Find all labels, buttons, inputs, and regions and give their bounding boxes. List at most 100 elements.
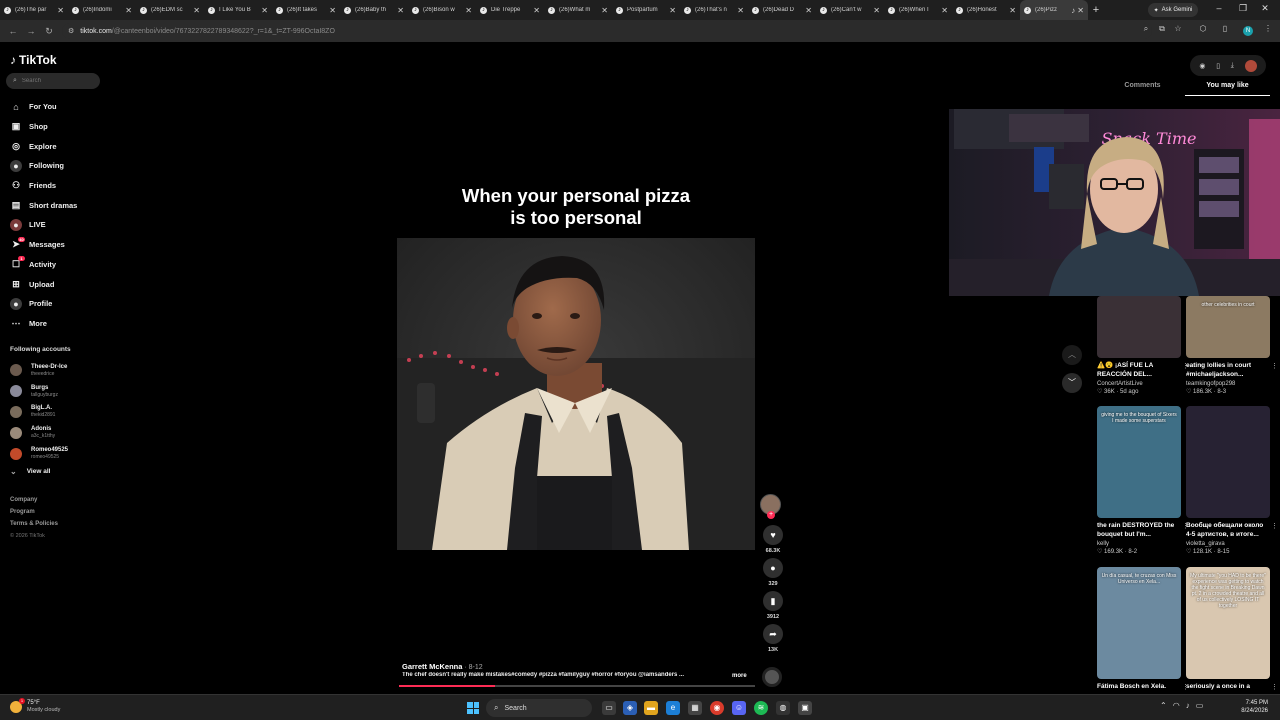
- sidebar-item-profile[interactable]: ● Profile: [10, 294, 110, 314]
- taskbar-clock[interactable]: 7:45 PM 8/24/2026: [1222, 699, 1268, 715]
- new-tab-icon[interactable]: +: [1088, 4, 1104, 16]
- discord-icon[interactable]: ☺: [732, 701, 746, 715]
- comment-icon[interactable]: ●: [763, 558, 783, 578]
- video-thumbnail[interactable]: [1097, 296, 1181, 358]
- forward-icon[interactable]: →: [22, 26, 40, 36]
- music-disc-icon[interactable]: [762, 667, 782, 687]
- recommended-author[interactable]: ConcertArtistLive: [1097, 381, 1181, 387]
- tab-comments[interactable]: Comments: [1100, 78, 1185, 96]
- close-tab-icon[interactable]: ✕: [465, 6, 472, 15]
- video-thumbnail[interactable]: Un día casual, te cruzas con Miss Univer…: [1097, 567, 1181, 679]
- following-account[interactable]: Burgs tallguyburgz: [10, 381, 110, 402]
- footer-link-company[interactable]: Company: [10, 497, 58, 509]
- browser-tab[interactable]: ♪ (26)Can't w ✕: [816, 0, 884, 20]
- install-app-icon[interactable]: ⧉: [1156, 24, 1168, 34]
- close-tab-icon[interactable]: ✕: [57, 6, 64, 15]
- previous-video-button[interactable]: ︿: [1062, 345, 1082, 365]
- video-thumbnail[interactable]: other celebrities in court: [1186, 296, 1270, 358]
- bookmark-icon[interactable]: ▮: [763, 591, 783, 611]
- sidebar-item-for-you[interactable]: ⌂ For You: [10, 97, 110, 117]
- task-view-icon[interactable]: ▭: [602, 701, 616, 715]
- bookmark-star-icon[interactable]: ☆: [1172, 24, 1184, 33]
- recommended-author[interactable]: kelly: [1097, 541, 1181, 547]
- close-tab-icon[interactable]: ✕: [261, 6, 268, 15]
- following-account[interactable]: BigL.A. thekid2891: [10, 402, 110, 423]
- taskbar-search[interactable]: ⌕ Search: [486, 699, 592, 717]
- close-tab-icon[interactable]: ✕: [125, 6, 132, 15]
- comment-button[interactable]: ● 329: [760, 558, 786, 587]
- battery-icon[interactable]: ▭: [1196, 701, 1204, 710]
- url-field[interactable]: ⚙ tiktok.com/@canteenboi/video/767322782…: [62, 23, 1152, 39]
- heart-icon[interactable]: ♥: [763, 525, 783, 545]
- sidebar-item-explore[interactable]: ◎ Explore: [10, 136, 110, 156]
- close-tab-icon[interactable]: ✕: [397, 6, 404, 15]
- share-button[interactable]: ➦ 13K: [760, 624, 786, 653]
- close-tab-icon[interactable]: ✕: [1077, 6, 1084, 15]
- browser-tab[interactable]: ♪ Postpartum ✕: [612, 0, 680, 20]
- video-thumbnail[interactable]: My ultimate "you HAD to be there" experi…: [1186, 567, 1270, 679]
- browser-tab[interactable]: ♪ I Like You B ✕: [204, 0, 272, 20]
- recommended-author[interactable]: teamkingofpop298: [1186, 381, 1270, 387]
- browser-tab[interactable]: ♪ Die Treppe ✕: [476, 0, 544, 20]
- sidebar-item-upload[interactable]: ⊞ Upload: [10, 274, 110, 294]
- close-tab-icon[interactable]: ✕: [1009, 6, 1016, 15]
- tray-chevron-icon[interactable]: ⌃: [1160, 701, 1167, 710]
- video-player[interactable]: [397, 238, 755, 550]
- next-video-button[interactable]: ﹀: [1062, 373, 1082, 393]
- more-options-icon[interactable]: ⋮: [1271, 683, 1278, 691]
- following-account[interactable]: Romeo49525 romeo49525: [10, 443, 110, 464]
- capture-icon[interactable]: ▣: [798, 701, 812, 715]
- close-tab-icon[interactable]: ✕: [873, 6, 880, 15]
- close-tab-icon[interactable]: ✕: [601, 6, 608, 15]
- sidebar-item-short-dramas[interactable]: ▤ Short dramas: [10, 195, 110, 215]
- creator-avatar[interactable]: +: [760, 494, 781, 519]
- browser-tab[interactable]: ♪ (26)What m ✕: [544, 0, 612, 20]
- close-tab-icon[interactable]: ✕: [669, 6, 676, 15]
- close-window-icon[interactable]: ✕: [1258, 3, 1272, 14]
- close-tab-icon[interactable]: ✕: [533, 6, 540, 15]
- browser-tab[interactable]: ♪ (26)Dead D ✕: [748, 0, 816, 20]
- browser-tab[interactable]: ♪ (26)Indomi ✕: [68, 0, 136, 20]
- more-button[interactable]: more: [732, 673, 747, 679]
- chrome-icon[interactable]: ◉: [710, 701, 724, 715]
- sidebar-item-messages[interactable]: ➤ 40 Messages: [10, 235, 110, 255]
- zoom-icon[interactable]: ⌕: [1140, 24, 1152, 34]
- back-icon[interactable]: ←: [4, 26, 22, 36]
- recommended-video[interactable]: ⚠️😮 ¡ASÍ FUE LA REACCIÓN DEL... ConcertAr…: [1097, 296, 1189, 395]
- reload-icon[interactable]: ↻: [40, 26, 58, 37]
- search-box[interactable]: ⌕: [6, 73, 100, 89]
- browser-tab[interactable]: ♪ (26)Pizz ♪ ✕: [1020, 0, 1088, 20]
- recommended-video[interactable]: Вообще обещали около 4-5 артистов, в ито…: [1186, 406, 1278, 555]
- copilot-icon[interactable]: ◈: [623, 701, 637, 715]
- save-button[interactable]: ▮ 3912: [760, 591, 786, 620]
- recommended-video[interactable]: giving me to the bouquet of Sixers I mad…: [1097, 406, 1189, 555]
- obs-icon[interactable]: ◍: [776, 701, 790, 715]
- browser-tab[interactable]: ♪ (26)EDM sc ✕: [136, 0, 204, 20]
- close-tab-icon[interactable]: ✕: [737, 6, 744, 15]
- browser-profile-avatar[interactable]: N: [1243, 26, 1253, 36]
- video-thumbnail[interactable]: giving me to the bouquet of Sixers I mad…: [1097, 406, 1181, 518]
- tab-you-may-like[interactable]: You may like: [1185, 78, 1270, 96]
- close-tab-icon[interactable]: ✕: [941, 6, 948, 15]
- weather-widget[interactable]: 1 75°F Mostly cloudy: [10, 698, 60, 714]
- download-icon[interactable]: ⤓: [1231, 62, 1234, 70]
- browser-tab[interactable]: ♪ (26)The par ✕: [0, 0, 68, 20]
- close-tab-icon[interactable]: ✕: [193, 6, 200, 15]
- recommended-video[interactable]: Un día casual, te cruzas con Miss Univer…: [1097, 567, 1189, 701]
- more-options-icon[interactable]: ⋮: [1271, 522, 1278, 530]
- view-all-button[interactable]: ⌄ View all: [10, 467, 50, 476]
- minimize-icon[interactable]: –: [1212, 3, 1226, 13]
- file-explorer-icon[interactable]: ▬: [644, 701, 658, 715]
- sidebar-item-friends[interactable]: ⚇ Friends: [10, 176, 110, 196]
- more-options-icon[interactable]: ⋮: [1271, 362, 1278, 370]
- device-icon[interactable]: ▯: [1216, 62, 1220, 70]
- browser-tab[interactable]: ♪ (26)It takes ✕: [272, 0, 340, 20]
- maximize-icon[interactable]: ❐: [1236, 3, 1250, 14]
- recommended-video[interactable]: My ultimate "you HAD to be there" experi…: [1186, 567, 1278, 701]
- browser-tab[interactable]: ♪ (26)That's n ✕: [680, 0, 748, 20]
- follow-plus-icon[interactable]: +: [767, 511, 775, 519]
- following-account[interactable]: Adonis a3c_k1tthy: [10, 422, 110, 443]
- recommended-video[interactable]: other celebrities in court eating lollies…: [1186, 296, 1278, 395]
- spotify-icon[interactable]: ≋: [754, 701, 768, 715]
- close-tab-icon[interactable]: ✕: [329, 6, 336, 15]
